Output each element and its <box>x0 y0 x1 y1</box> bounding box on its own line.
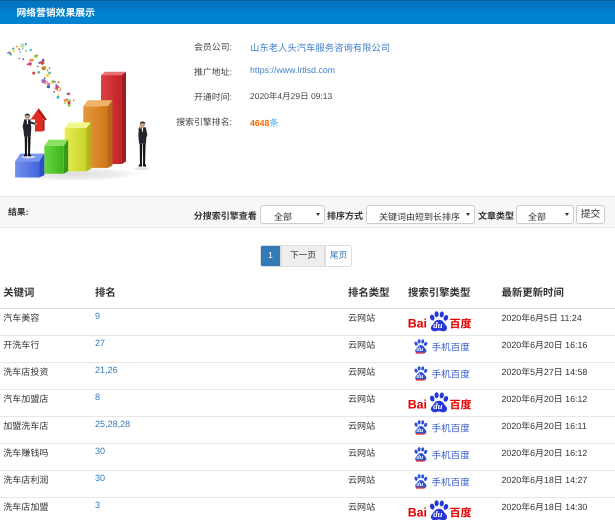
svg-text:du: du <box>416 372 423 379</box>
svg-text:手机百度: 手机百度 <box>432 339 471 353</box>
svg-text:du: du <box>416 345 423 352</box>
svg-text:手机百度: 手机百度 <box>432 366 471 380</box>
svg-text:du: du <box>416 481 423 488</box>
svg-text:手机百度: 手机百度 <box>432 421 471 435</box>
svg-text:百度: 百度 <box>450 505 472 520</box>
svg-text:Bai: Bai <box>408 316 427 330</box>
svg-text:手机百度: 手机百度 <box>432 448 471 462</box>
svg-text:du: du <box>433 509 442 519</box>
svg-text:du: du <box>416 454 423 461</box>
svg-text:du: du <box>416 427 423 434</box>
svg-text:Bai: Bai <box>408 398 427 412</box>
svg-text:百度: 百度 <box>450 315 472 331</box>
svg-text:手机百度: 手机百度 <box>432 475 471 489</box>
svg-text:du: du <box>433 401 442 411</box>
svg-text:百度: 百度 <box>450 396 472 412</box>
svg-text:Bai: Bai <box>408 506 427 520</box>
svg-text:du: du <box>433 319 442 329</box>
